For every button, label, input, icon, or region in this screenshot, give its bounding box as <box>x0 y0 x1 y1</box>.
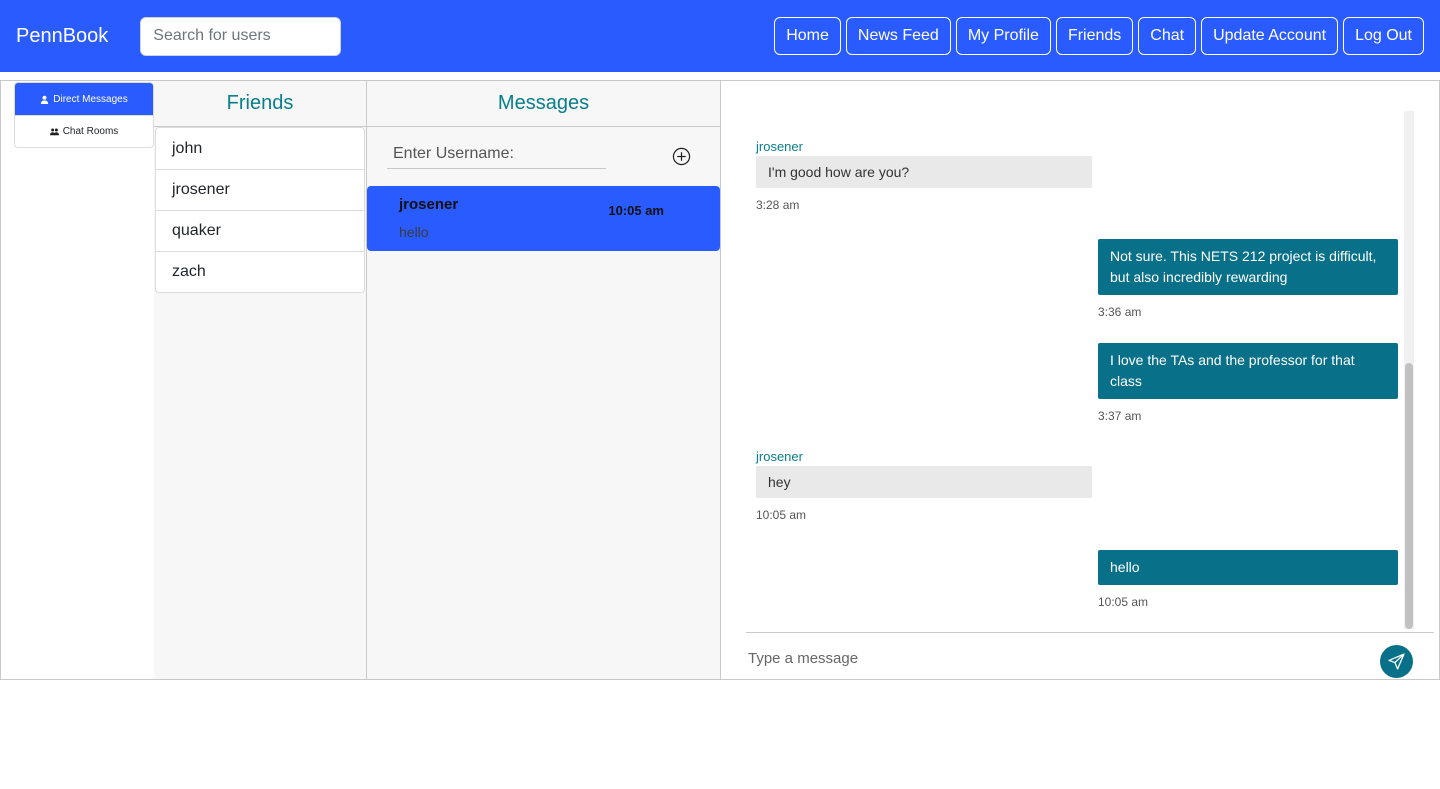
conversation-name: jrosener <box>399 196 459 213</box>
nav-my-profile-button[interactable]: My Profile <box>955 17 1051 55</box>
tab-chat-rooms-label: Chat Rooms <box>62 126 119 137</box>
message-incoming: jrosener hey 10:05 am <box>756 449 1092 522</box>
person-icon <box>41 95 49 104</box>
message-input[interactable] <box>748 643 1348 673</box>
friend-item-john[interactable]: john <box>156 128 364 169</box>
new-conversation-row <box>367 127 720 186</box>
message-timestamp: 3:28 am <box>756 198 800 212</box>
send-icon <box>1388 653 1405 670</box>
brand-logo[interactable]: PennBook <box>16 25 108 48</box>
tab-direct-messages[interactable]: Direct Messages <box>15 83 153 115</box>
message-timestamp: 10:05 am <box>756 508 807 522</box>
add-circle-icon[interactable] <box>672 147 691 166</box>
nav-update-account-button[interactable]: Update Account <box>1201 17 1339 55</box>
message-incoming: jrosener I'm good how are you? 3:28 am <box>756 139 1092 212</box>
top-navbar: PennBook Home News Feed My Profile Frien… <box>0 0 1440 72</box>
nav-home-button[interactable]: Home <box>774 17 841 55</box>
nav-chat-button[interactable]: Chat <box>1138 17 1197 55</box>
username-input[interactable] <box>387 139 606 169</box>
nav-links: Home News Feed My Profile Friends Chat U… <box>774 17 1424 55</box>
message-sender: jrosener <box>756 139 803 154</box>
friends-list: john jrosener quaker zach <box>155 127 365 293</box>
message-bubble: hey <box>756 466 1092 498</box>
nav-news-feed-button[interactable]: News Feed <box>845 17 951 55</box>
tab-direct-messages-label: Direct Messages <box>53 93 128 105</box>
conversation-preview: hello <box>399 224 429 240</box>
chat-frame: Direct Messages Chat Rooms Friends john … <box>0 80 1440 680</box>
tab-chat-rooms[interactable]: Chat Rooms <box>15 115 153 147</box>
message-bubble: Not sure. This NETS 212 project is diffi… <box>1098 239 1398 295</box>
message-bubble: hello <box>1098 550 1398 585</box>
message-composer <box>746 632 1434 678</box>
friends-column: Friends john jrosener quaker zach <box>154 81 367 679</box>
messages-title: Messages <box>367 81 720 127</box>
conversation-time: 10:05 am <box>608 203 664 218</box>
nav-log-out-button[interactable]: Log Out <box>1343 17 1424 55</box>
people-icon <box>49 128 59 136</box>
friend-item-quaker[interactable]: quaker <box>156 210 364 251</box>
thread-scrollbar[interactable] <box>1404 111 1414 629</box>
chat-mode-tabs: Direct Messages Chat Rooms <box>14 82 154 148</box>
message-outgoing: hello 10:05 am <box>1098 550 1398 609</box>
scrollbar-thumb[interactable] <box>1405 363 1413 629</box>
messages-column: Messages jrosener 10:05 am hello <box>367 81 721 679</box>
chat-pane: jrosener I'm good how are you? 3:28 am N… <box>721 81 1439 679</box>
message-thread: jrosener I'm good how are you? 3:28 am N… <box>746 111 1412 629</box>
friends-title: Friends <box>154 81 366 127</box>
message-timestamp: 3:36 am <box>1098 305 1142 319</box>
conversation-item[interactable]: jrosener 10:05 am hello <box>367 186 720 251</box>
message-timestamp: 3:37 am <box>1098 409 1142 423</box>
friend-item-jrosener[interactable]: jrosener <box>156 169 364 210</box>
send-button[interactable] <box>1380 645 1413 678</box>
message-sender: jrosener <box>756 449 803 464</box>
message-bubble: I'm good how are you? <box>756 156 1092 188</box>
message-timestamp: 10:05 am <box>1098 595 1149 609</box>
message-bubble: I love the TAs and the professor for tha… <box>1098 343 1398 399</box>
nav-friends-button[interactable]: Friends <box>1055 17 1134 55</box>
friend-item-zach[interactable]: zach <box>156 251 364 292</box>
user-search-input[interactable] <box>140 16 342 56</box>
message-outgoing: I love the TAs and the professor for tha… <box>1098 343 1398 423</box>
message-outgoing: Not sure. This NETS 212 project is diffi… <box>1098 239 1398 319</box>
